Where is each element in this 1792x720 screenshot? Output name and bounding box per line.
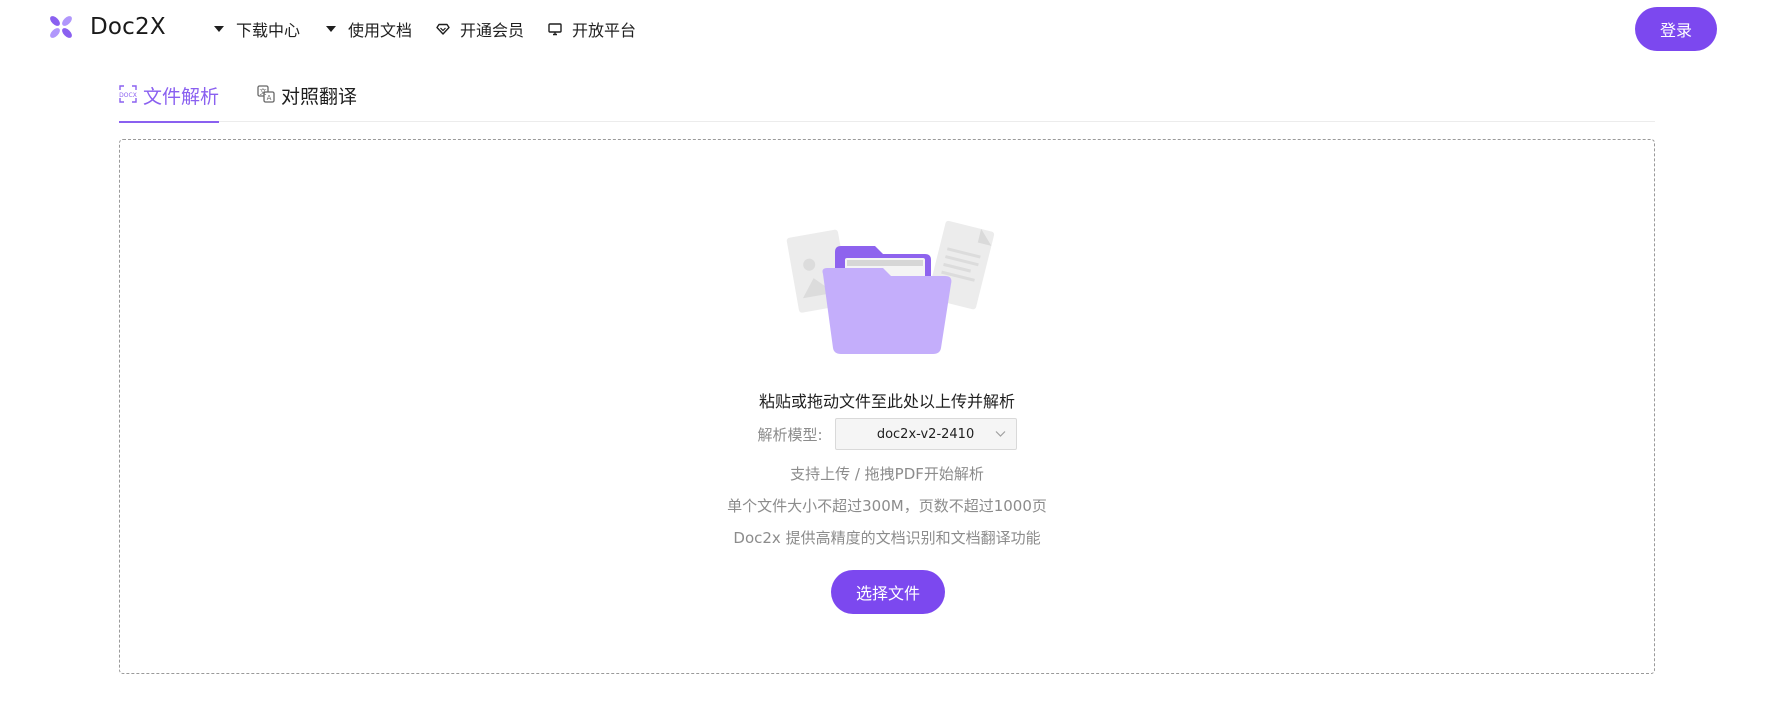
model-select[interactable]: doc2x-v2-2410 <box>834 418 1017 450</box>
info-line: Doc2x 提供高精度的文档识别和文档翻译功能 <box>733 529 1041 547</box>
nav-membership[interactable]: 开通会员 <box>436 17 524 41</box>
caret-down-icon <box>214 26 224 32</box>
tab-file-parse[interactable]: DOCX 文件解析 <box>119 82 220 123</box>
mode-tabs: DOCX 文件解析 文 A 对照翻译 <box>119 80 1655 123</box>
svg-text:DOCX: DOCX <box>119 92 137 99</box>
login-button[interactable]: 登录 <box>1635 7 1717 51</box>
nav-label: 开放平台 <box>572 21 637 40</box>
top-header: Doc2X 下载中心 使用文档 开通会员 开放平台 登录 <box>0 0 1792 52</box>
info-line: 单个文件大小不超过300M，页数不超过1000页 <box>727 497 1047 515</box>
chevron-down-icon <box>995 431 1005 437</box>
tab-label: 对照翻译 <box>281 86 358 108</box>
nav-download-center[interactable]: 下载中心 <box>212 17 300 41</box>
main-nav: 下载中心 使用文档 开通会员 开放平台 <box>212 17 660 41</box>
svg-text:A: A <box>267 94 272 102</box>
logo-text: Doc2X <box>90 14 166 40</box>
nav-label: 使用文档 <box>348 21 413 40</box>
diamond-icon <box>436 23 450 35</box>
svg-text:文: 文 <box>260 87 267 96</box>
nav-label: 开通会员 <box>460 21 525 40</box>
doc-scan-icon: DOCX <box>119 85 137 103</box>
upload-dropzone[interactable]: 粘贴或拖动文件至此处以上传并解析 解析模型: doc2x-v2-2410 支持上… <box>119 139 1655 674</box>
dropzone-title: 粘贴或拖动文件至此处以上传并解析 <box>758 392 1015 411</box>
info-line: 支持上传 / 拖拽PDF开始解析 <box>790 465 984 483</box>
doc2x-logo-icon <box>50 16 72 38</box>
translate-icon: 文 A <box>257 85 275 103</box>
tab-label: 文件解析 <box>143 86 220 108</box>
model-select-value: doc2x-v2-2410 <box>876 426 975 442</box>
model-label: 解析模型: <box>757 425 823 444</box>
nav-usage-docs[interactable]: 使用文档 <box>324 17 412 41</box>
select-file-button[interactable]: 选择文件 <box>831 570 945 614</box>
model-row: 解析模型: doc2x-v2-2410 <box>120 418 1654 450</box>
nav-label: 下载中心 <box>236 21 301 40</box>
logo[interactable]: Doc2X <box>48 14 166 40</box>
folder-with-documents-icon <box>786 220 995 354</box>
caret-down-icon <box>326 26 337 32</box>
nav-open-platform[interactable]: 开放平台 <box>548 17 636 41</box>
monitor-icon <box>548 23 562 36</box>
tab-compare-translate[interactable]: 文 A 对照翻译 <box>257 82 357 122</box>
